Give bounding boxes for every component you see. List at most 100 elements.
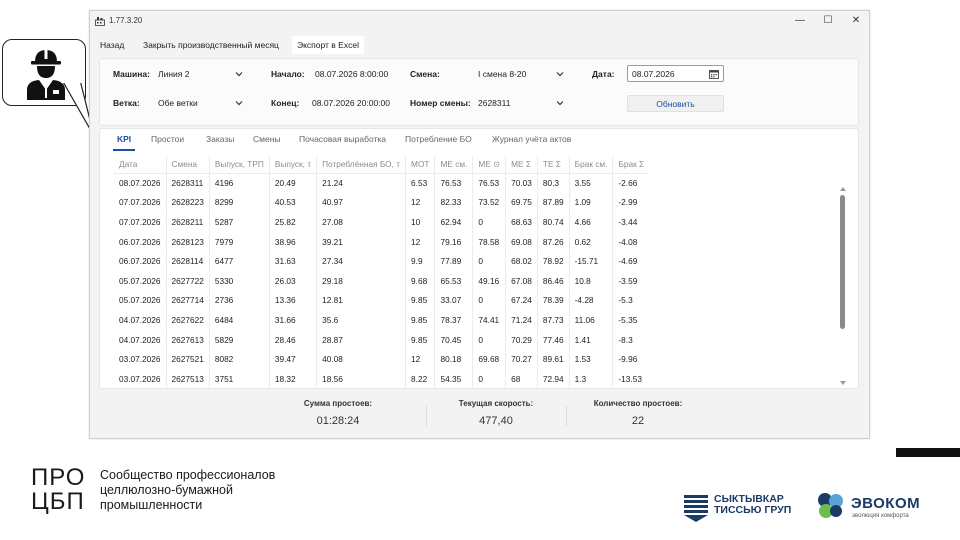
table-cell: 62.94	[434, 212, 474, 232]
column-header[interactable]: Выпуск, ТРП	[209, 156, 270, 174]
table-cell: 07.07.2026	[114, 212, 167, 232]
table-cell: 05.07.2026	[114, 290, 167, 311]
table-cell: 2627622	[166, 310, 210, 330]
tab-bo-consumption[interactable]: Потребление БО	[405, 134, 472, 144]
table-cell: 70.03	[505, 173, 538, 193]
downtime-sum-value: 01:28:24	[316, 415, 360, 427]
table-cell: 08.07.2026	[114, 173, 167, 193]
column-header[interactable]: Брак Σ	[612, 156, 650, 174]
refresh-button[interactable]: Обновить	[627, 95, 724, 112]
table-row[interactable]: 03.07.2026 2627513 3751 18.32 18.56 8.22 54.35…	[114, 368, 649, 389]
machine-select[interactable]: Линия 2	[158, 69, 189, 79]
tab-shifts[interactable]: Смены	[253, 134, 281, 144]
pro-logo-line1: ПРО	[31, 464, 86, 491]
table-row[interactable]: 05.07.2026 2627722 5330 26.03 29.18 9.68 65.53…	[114, 270, 649, 291]
table-row[interactable]: 03.07.2026 2627521 8082 39.47 40.08 12 80.18 69…	[114, 349, 649, 369]
table-cell: 33.07	[434, 290, 474, 311]
table-cell: 79.16	[434, 231, 474, 252]
maximize-button[interactable]: ☐	[821, 14, 835, 28]
table-cell: 26.03	[269, 270, 318, 291]
end-label: Конец:	[271, 98, 300, 108]
title-bar: 1.77.3.20 — ☐ ✕	[90, 11, 869, 31]
table-row[interactable]: 07.07.2026 2628211 5287 25.82 27.08 10 62.94 0 6…	[114, 212, 649, 232]
table-row[interactable]: 04.07.2026 2627622 6484 31.66 35.6 9.85 78.37 7…	[114, 310, 649, 330]
table-row[interactable]: 08.07.2026 2628311 4196 20.49 21.24 6.53 76.53…	[114, 173, 649, 193]
table-row[interactable]: 05.07.2026 2627714 2736 13.36 12.81 9.85 33.07…	[114, 290, 649, 311]
table-cell: 31.63	[269, 251, 318, 271]
table-cell: -5.35	[618, 314, 638, 325]
table-cell: 12.81	[316, 290, 407, 311]
table-cell: 2627521	[166, 349, 210, 369]
table-cell: 06.07.2026	[114, 251, 167, 271]
start-value: 08.07.2026 8:00:00	[315, 69, 389, 79]
table-cell: 40.97	[316, 192, 407, 213]
export-excel-button[interactable]: Экспорт в Excel	[292, 36, 364, 54]
table-cell: 28.87	[316, 329, 407, 350]
tab-hourly-output[interactable]: Почасовая выработка	[299, 134, 386, 144]
table-cell: 80.18	[434, 349, 474, 369]
table-cell: 06.07.2026	[114, 231, 167, 252]
column-header[interactable]: МЕ Σ	[505, 156, 538, 174]
table-row[interactable]: 07.07.2026 2628223 8299 40.53 40.97 12 82.33 73…	[114, 192, 649, 213]
column-header[interactable]: Дата	[114, 156, 167, 174]
column-header[interactable]: ТЕ Σ	[537, 156, 570, 174]
scroll-down-icon[interactable]	[838, 379, 848, 387]
table-cell: -3.44	[618, 216, 638, 227]
table-row[interactable]: 06.07.2026 2628114 6477 31.63 27.34 9.9 77.89 0…	[114, 251, 649, 271]
table-cell: 71.24	[505, 310, 538, 330]
chevron-down-icon[interactable]	[556, 70, 564, 78]
column-header[interactable]: МОТ	[405, 156, 436, 174]
table-cell: -2.99	[618, 197, 638, 208]
calendar-icon[interactable]	[709, 69, 719, 79]
column-header[interactable]: Смена	[166, 156, 210, 174]
chevron-down-icon[interactable]	[235, 99, 243, 107]
app-icon	[95, 17, 105, 26]
shift-select[interactable]: I смена 8-20	[478, 69, 526, 79]
tab-acts-log[interactable]: Журнал учёта актов	[492, 134, 571, 144]
scroll-thumb[interactable]	[840, 195, 845, 329]
minimize-button[interactable]: —	[793, 14, 807, 28]
chevron-down-icon[interactable]	[556, 99, 564, 107]
table-cell: 13.36	[269, 290, 318, 311]
table-cell: 27.34	[316, 251, 407, 271]
date-picker[interactable]: 08.07.2026	[627, 65, 724, 82]
close-month-button[interactable]: Закрыть производственный месяц	[143, 38, 279, 52]
syktyvkar-text: СЫКТЫВКАР ТИССЬЮ ГРУП	[714, 494, 791, 516]
table-row[interactable]: 04.07.2026 2627613 5829 28.46 28.87 9.85 70.45…	[114, 329, 649, 350]
syktyvkar-logo-icon	[684, 495, 708, 522]
table-cell: 87.73	[537, 310, 570, 330]
menu-bar: Назад Закрыть производственный месяц Экс…	[90, 33, 869, 55]
tab-kpi[interactable]: KPI	[117, 134, 131, 144]
close-button[interactable]: ✕	[849, 14, 863, 28]
machine-label: Машина:	[113, 69, 150, 79]
column-header[interactable]: Потреблённая БО, т	[316, 156, 407, 174]
table-cell: 76.53	[472, 173, 507, 193]
column-header[interactable]: Брак см.	[569, 156, 614, 174]
column-header[interactable]: Выпуск, т	[269, 156, 318, 174]
table-cell: 10.8	[569, 270, 614, 291]
vertical-scrollbar[interactable]	[838, 185, 848, 385]
table-cell: 9.85	[405, 310, 436, 330]
tab-orders[interactable]: Заказы	[206, 134, 234, 144]
column-header[interactable]: МЕ см.	[434, 156, 474, 174]
table-cell: 82.33	[434, 192, 474, 213]
start-label: Начало:	[271, 69, 305, 79]
table-cell: 2627714	[166, 290, 210, 311]
chevron-down-icon[interactable]	[235, 70, 243, 78]
table-cell: 68.63	[505, 212, 538, 232]
table-cell: 78.39	[537, 290, 570, 311]
back-button[interactable]: Назад	[100, 38, 124, 52]
table-cell: 9.9	[405, 251, 436, 271]
table-row[interactable]: 06.07.2026 2628123 7979 38.96 39.21 12 79.16 78…	[114, 231, 649, 252]
table-cell: 35.6	[316, 310, 407, 330]
table-cell: 89.61	[537, 349, 570, 369]
branch-select[interactable]: Обе ветки	[158, 98, 198, 108]
current-speed-label: Текущая скорость:	[458, 399, 534, 408]
table-cell: 39.47	[269, 349, 318, 369]
tab-downtime[interactable]: Простои	[151, 134, 184, 144]
column-header[interactable]: МЕ ⊙	[472, 156, 507, 174]
downtime-count-value: 22	[631, 415, 645, 427]
table-cell: -4.28	[569, 290, 614, 311]
shift-number-select[interactable]: 2628311	[478, 98, 510, 108]
scroll-up-icon[interactable]	[838, 185, 848, 193]
